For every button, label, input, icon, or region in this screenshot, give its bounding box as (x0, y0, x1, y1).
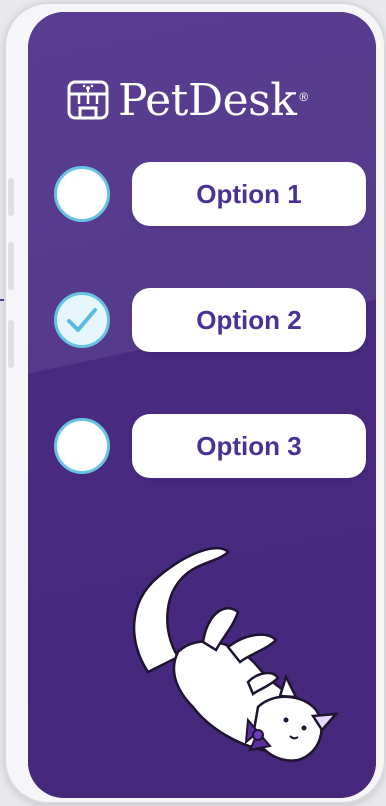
radio-option-1[interactable] (54, 166, 110, 222)
phone-frame: PetDesk ® Option 1 Option 2 Option 3 (4, 2, 386, 804)
app-screen: PetDesk ® Option 1 Option 2 Option 3 (28, 12, 376, 798)
brand-name: PetDesk (118, 74, 297, 126)
option-3-button[interactable]: Option 3 (132, 414, 366, 478)
cat-with-bow-illustration (132, 547, 339, 762)
phone-side-button (8, 242, 14, 290)
brand-logo: PetDesk ® (66, 70, 308, 130)
checkmark-icon (67, 308, 97, 332)
option-row-1: Option 1 (48, 162, 368, 232)
radio-option-2[interactable] (54, 292, 110, 348)
phone-side-button (8, 178, 14, 216)
radio-option-3[interactable] (54, 418, 110, 474)
phone-side-button (8, 320, 14, 368)
option-2-button[interactable]: Option 2 (132, 288, 366, 352)
option-row-2: Option 2 (48, 288, 368, 358)
option-1-button[interactable]: Option 1 (132, 162, 366, 226)
option-row-3: Option 3 (48, 414, 368, 484)
storefront-paw-icon (67, 80, 109, 120)
registered-mark: ® (299, 90, 309, 104)
